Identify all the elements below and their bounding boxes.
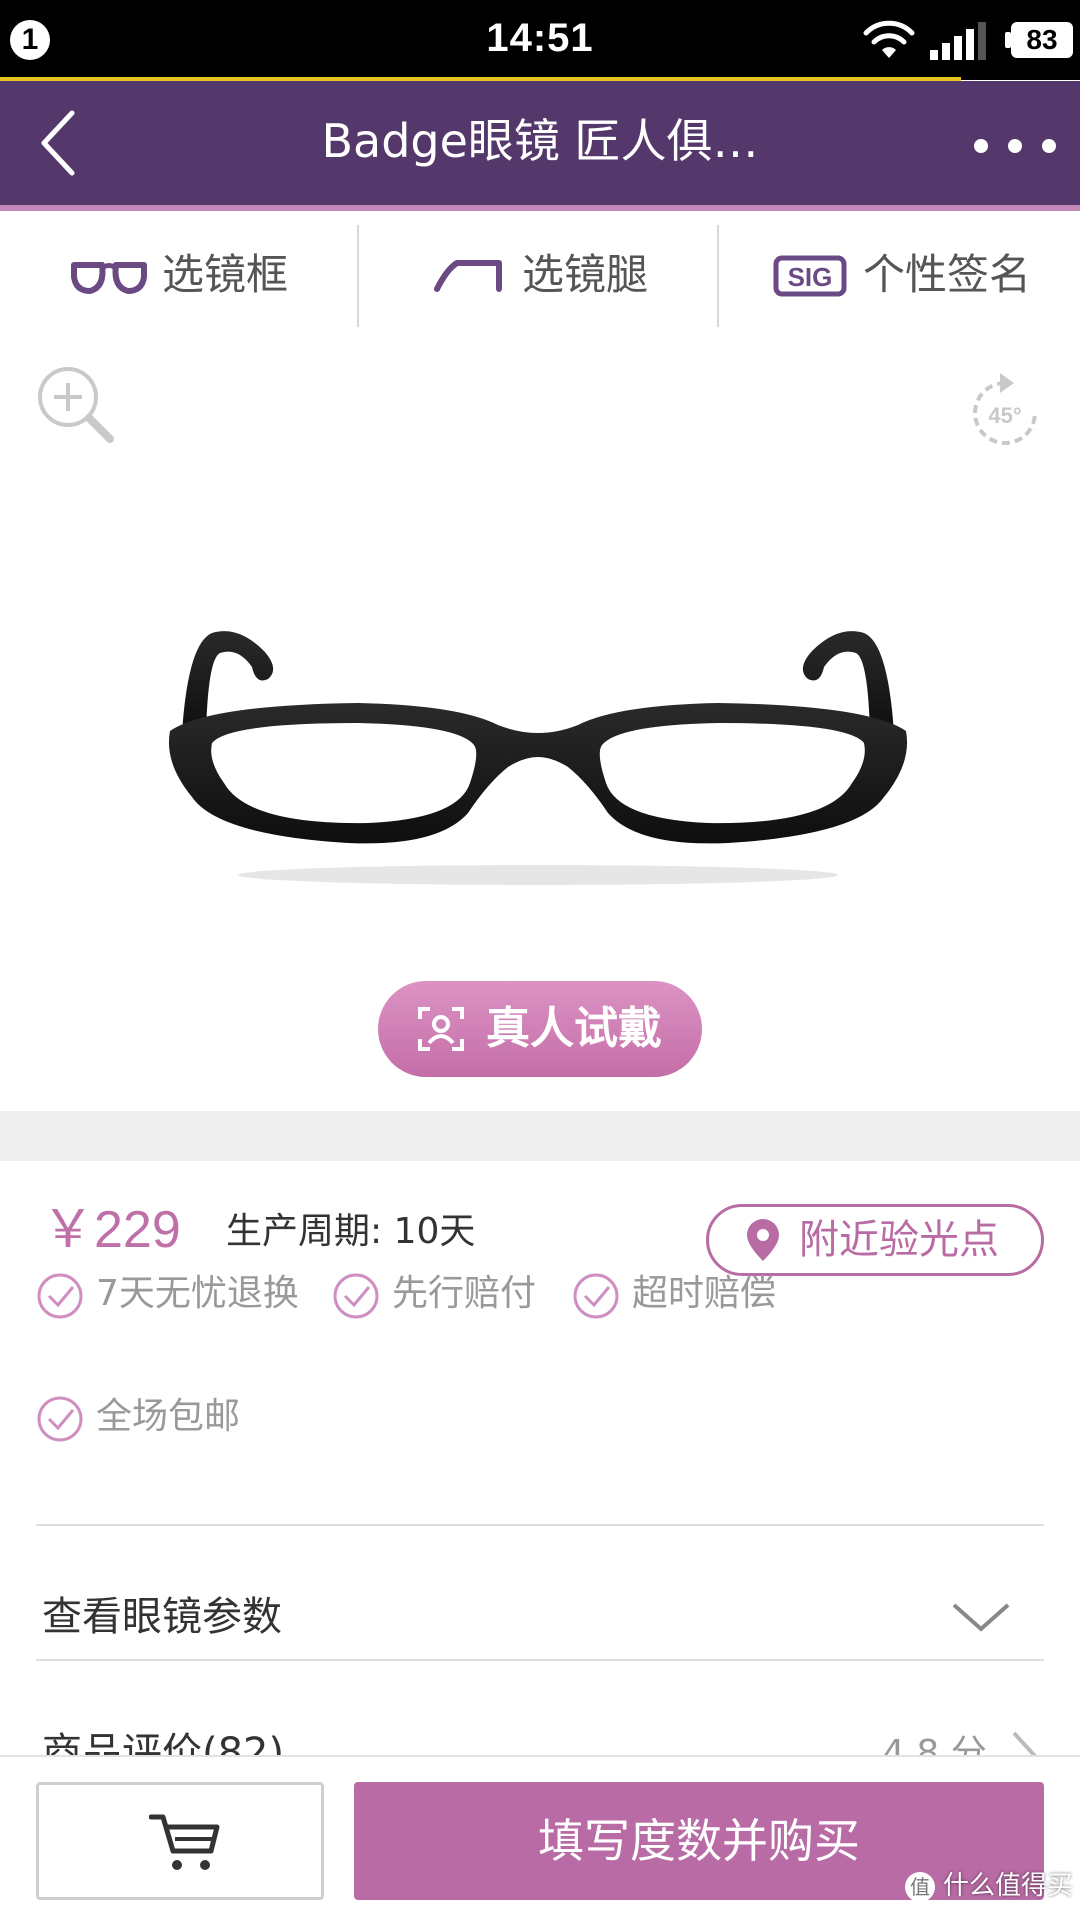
watermark-icon: 值: [905, 1871, 935, 1902]
section-gap: [0, 1111, 1080, 1161]
battery-level: 83: [1011, 22, 1073, 58]
signal-icon: [930, 22, 986, 60]
rotate-icon[interactable]: 45°: [968, 371, 1042, 451]
glasses-product-image: [168, 631, 908, 885]
watermark: 值什么值得买: [905, 1868, 1073, 1904]
product-info: ￥229 生产周期: 10天 附近验光点 7天无忧退换 先行赔付 超时赔偿 全场…: [0, 1161, 1080, 1779]
status-time: 14:51: [486, 16, 594, 60]
more-dot: [1042, 139, 1056, 153]
nearby-optometry-label: 附近验光点: [799, 1217, 999, 1263]
check-circle-icon: [573, 1273, 619, 1319]
tab-frame[interactable]: 选镜框: [0, 211, 358, 341]
cart-button[interactable]: [36, 1782, 324, 1900]
chevron-down-icon[interactable]: [950, 1599, 1012, 1635]
watermark-text: 什么值得买: [943, 1871, 1074, 1901]
tab-temple-label: 选镜腿: [522, 250, 649, 299]
glasses-temple-icon: [434, 260, 502, 292]
customize-tabs: 选镜框 选镜腿 SIG 个性签名: [0, 211, 1080, 341]
tab-frame-label: 选镜框: [162, 250, 289, 299]
sig-icon: SIG: [773, 255, 847, 297]
production-cycle: 生产周期: 10天: [226, 1211, 476, 1252]
more-dot: [974, 139, 988, 153]
svg-text:45°: 45°: [988, 403, 1021, 428]
try-on-label: 真人试戴: [486, 1003, 662, 1054]
wifi-icon: [863, 20, 915, 58]
guarantee-label: 7天无忧退换: [96, 1273, 299, 1314]
tab-temple[interactable]: 选镜腿: [359, 211, 717, 341]
zoom-in-icon[interactable]: [34, 363, 118, 447]
header: Badge眼镜 匠人俱…: [0, 81, 1080, 205]
guarantee-label: 全场包邮: [96, 1396, 241, 1437]
more-button[interactable]: [960, 127, 1070, 167]
guarantee-label: 先行赔付: [392, 1273, 537, 1314]
check-circle-icon: [37, 1396, 83, 1442]
glasses-frame-icon: [71, 262, 147, 294]
product-viewer: 45° 真人试戴: [0, 341, 1080, 1111]
divider: [36, 1524, 1044, 1526]
page-title: Badge眼镜 匠人俱…: [321, 114, 759, 168]
divider: [36, 1659, 1044, 1661]
view-params-row[interactable]: 查看眼镜参数: [42, 1589, 282, 1645]
back-button[interactable]: [30, 103, 100, 183]
status-bar: 1 14:51 83: [0, 0, 1080, 80]
price: ￥229: [42, 1201, 181, 1259]
check-circle-icon: [37, 1273, 83, 1319]
guarantee-label: 超时赔偿: [632, 1273, 777, 1314]
battery-icon: 83: [1005, 22, 1073, 58]
check-circle-icon: [333, 1273, 379, 1319]
tab-signature[interactable]: SIG 个性签名: [719, 211, 1077, 341]
more-dot: [1008, 139, 1022, 153]
shopping-cart-icon: [149, 1814, 220, 1870]
try-on-button[interactable]: 真人试戴: [378, 981, 702, 1077]
location-pin-icon: [747, 1219, 779, 1261]
tab-signature-label: 个性签名: [863, 250, 1032, 299]
person-scan-icon: [418, 1007, 464, 1051]
svg-text:SIG: SIG: [788, 262, 833, 292]
